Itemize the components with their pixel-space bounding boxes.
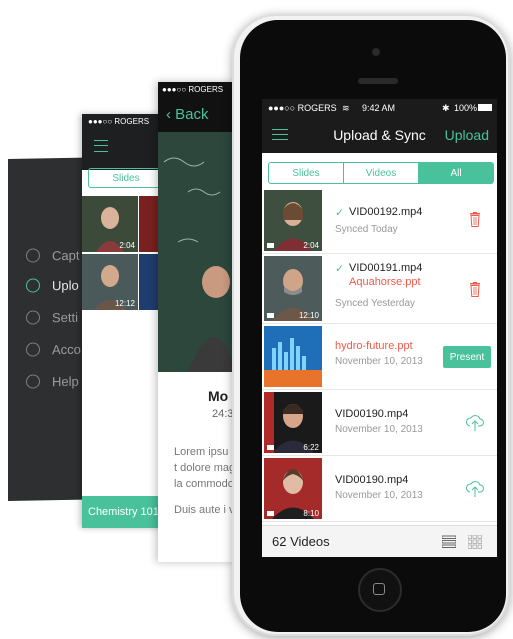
sync-status: Synced Yesterday	[335, 298, 416, 309]
video-thumbnail[interactable]: 6:22	[264, 392, 322, 453]
home-button[interactable]	[358, 568, 402, 612]
video-duration: 12:12	[114, 299, 135, 308]
description-paragraph: Duis aute i voluptate v	[174, 504, 236, 516]
menu-item-label: Uplo	[52, 277, 79, 293]
carrier-label: ●●●○○ ROGERS	[268, 103, 337, 113]
trash-icon[interactable]	[469, 212, 481, 227]
video-thumbnail[interactable]: 8:10	[264, 458, 322, 519]
upload-sync-screen: ●●●○○ ROGERS ≋ 9:42 AM ✱ 100% Upload & S…	[262, 99, 497, 557]
settings-icon	[26, 310, 40, 325]
tab-all[interactable]: All	[419, 163, 493, 183]
item-title: VID00191.mp4	[349, 262, 423, 274]
slide-thumbnail[interactable]	[264, 326, 322, 387]
chalkboard-video-frame	[158, 132, 236, 372]
video-camera-icon	[267, 511, 274, 516]
video-thumbnail[interactable]: 12:10	[264, 256, 322, 321]
bluetooth-icon: ✱	[442, 103, 450, 113]
menu-item-label: Capt	[52, 247, 80, 263]
wifi-icon: ≋	[342, 103, 350, 113]
checkmark-icon: ✓	[335, 207, 345, 219]
chevron-left-icon: ‹	[166, 106, 176, 123]
bar-chart-slide-icon	[264, 326, 322, 387]
video-duration: 12:10	[298, 311, 319, 320]
list-item[interactable]: hydro-future.ppt November 10, 2013 Prese…	[262, 324, 497, 390]
video-thumbnail[interactable]: 12:12	[82, 254, 138, 310]
earpiece-speaker	[358, 78, 398, 84]
help-icon	[26, 374, 40, 389]
list-item[interactable]: 6:22 VID00190.mp4 November 10, 2013	[262, 390, 497, 456]
detail-title: Mo	[208, 388, 229, 404]
video-count: 62 Videos	[272, 534, 330, 549]
item-title: VID00190.mp4	[335, 474, 409, 486]
video-duration: 2:04	[303, 241, 319, 250]
cloud-upload-icon[interactable]	[465, 414, 485, 432]
video-camera-icon	[267, 313, 274, 318]
nav-bar: Upload & Sync Upload	[262, 117, 497, 153]
item-date: November 10, 2013	[335, 356, 423, 367]
tab-videos[interactable]: Videos	[344, 163, 419, 183]
menu-item-label: Acco	[52, 341, 81, 357]
cloud-upload-icon	[26, 278, 40, 293]
list-item[interactable]: 12:10 ✓ VID00191.mp4 Aquahorse.ppt Synce…	[262, 254, 497, 324]
bottom-toolbar: 62 Videos	[262, 525, 497, 557]
item-date: November 10, 2013	[335, 490, 423, 501]
list-view-icon[interactable]	[442, 535, 456, 549]
menu-item-settings[interactable]: Setti	[26, 306, 78, 329]
tab-slides[interactable]: Slides	[88, 168, 164, 188]
video-player[interactable]	[158, 132, 236, 372]
checkmark-icon: ✓	[335, 263, 345, 275]
item-title: VID00190.mp4	[335, 408, 409, 420]
sync-status: Synced Today	[335, 224, 398, 235]
front-camera	[372, 48, 380, 56]
detail-description: Lorem ipsu consectetu eiusmod t dolore m…	[174, 444, 236, 528]
video-duration: 2:04	[119, 241, 135, 250]
user-icon	[26, 342, 40, 357]
menu-item-label: Help	[52, 373, 79, 389]
tab-slides[interactable]: Slides	[269, 163, 344, 183]
video-thumbnail[interactable]: 2:04	[82, 196, 138, 252]
slide-file-link[interactable]: hydro-future.ppt	[335, 340, 413, 352]
battery-icon	[478, 104, 492, 111]
description-paragraph: Lorem ipsu consectetu eiusmod t dolore m…	[174, 446, 236, 490]
list-item[interactable]: 2:04 ✓ VID00192.mp4 Synced Today	[262, 188, 497, 254]
camera-icon	[26, 248, 40, 263]
clock: 9:42 AM	[362, 103, 396, 113]
grid-view-icon[interactable]	[468, 535, 482, 549]
detail-subtitle: 24:3	[212, 408, 234, 420]
list-item[interactable]: 8:10 VID00190.mp4 November 10, 2013	[262, 456, 497, 522]
video-camera-icon	[267, 445, 274, 450]
trash-icon[interactable]	[469, 282, 481, 297]
item-title: VID00192.mp4	[349, 206, 423, 218]
video-duration: 8:10	[303, 509, 319, 518]
battery-percent: 100%	[454, 103, 478, 113]
filter-tabs: Slides Videos All	[268, 162, 494, 184]
menu-item-help[interactable]: Help	[26, 370, 79, 393]
menu-item-account[interactable]: Acco	[26, 338, 81, 361]
menu-item-upload[interactable]: Uplo	[26, 274, 79, 297]
menu-item-label: Setti	[52, 309, 79, 325]
attached-file-link[interactable]: Aquahorse.ppt	[349, 276, 421, 288]
cloud-upload-icon[interactable]	[465, 480, 485, 498]
menu-item-capture[interactable]: Capt	[26, 244, 79, 267]
status-bar: ●●●○○ ROGERS ≋ 9:42 AM ✱ 100%	[262, 99, 497, 117]
video-thumbnail[interactable]: 2:04	[264, 190, 322, 251]
back-label: Back	[175, 106, 209, 123]
detail-screen: ●●●○○ ROGERS ‹ Back Mo 24:3 Lorem ipsu c…	[158, 82, 236, 562]
home-square-icon	[373, 583, 385, 595]
item-date: November 10, 2013	[335, 424, 423, 435]
back-button[interactable]: ‹ Back	[166, 106, 209, 123]
upload-button[interactable]: Upload	[445, 127, 489, 143]
status-bar: ●●●○○ ROGERS	[158, 82, 236, 98]
menu-icon[interactable]	[94, 140, 108, 152]
present-button[interactable]: Present	[443, 346, 491, 368]
video-camera-icon	[267, 243, 274, 248]
video-duration: 6:22	[303, 443, 319, 452]
